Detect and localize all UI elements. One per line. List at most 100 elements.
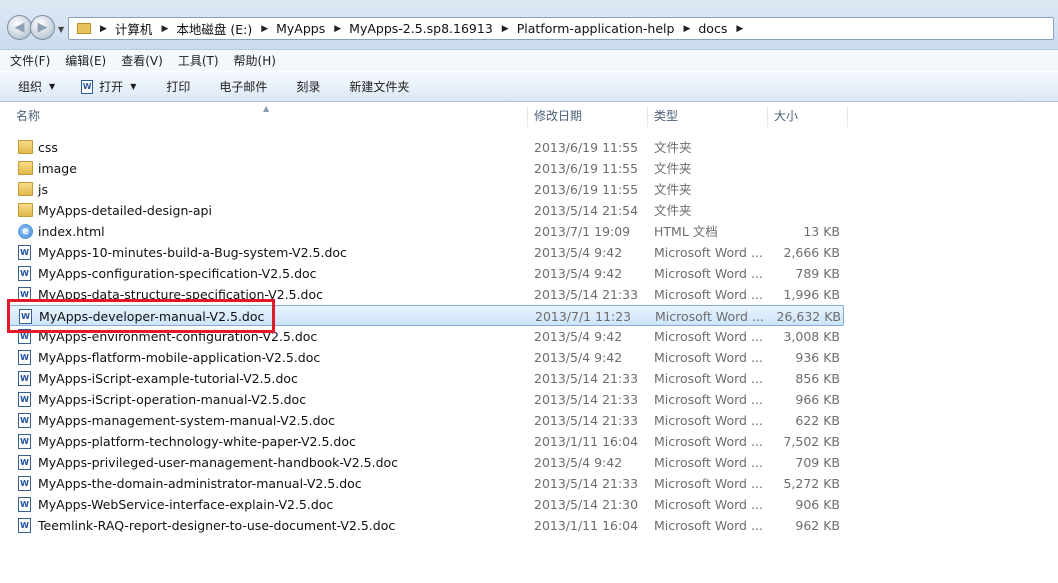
file-row[interactable]: W MyApps-configuration-specification-V2.5… — [8, 263, 844, 284]
breadcrumb-platform-help[interactable]: Platform-application-help — [517, 21, 675, 36]
file-type: 文件夹 — [654, 140, 692, 155]
new-folder-button[interactable]: 新建文件夹 — [349, 78, 409, 95]
column-header-name[interactable]: 名称 — [10, 106, 528, 127]
file-row[interactable]: W MyApps-the-domain-administrator-manual-… — [8, 473, 844, 494]
file-name: Teemlink-RAQ-report-designer-to-use-docu… — [38, 518, 396, 533]
chevron-right-icon[interactable]: ▶ — [334, 24, 341, 34]
column-header-size[interactable]: 大小 — [768, 106, 848, 127]
file-row[interactable]: MyApps-detailed-design-api 2013/5/14 21:5… — [8, 200, 844, 221]
file-type: Microsoft Word ... — [654, 329, 763, 344]
folder-icon — [18, 182, 33, 196]
file-date: 2013/5/14 21:33 — [534, 287, 639, 302]
back-button[interactable]: ◀ — [7, 15, 32, 40]
forward-arrow-icon: ▶ — [37, 20, 48, 35]
chevron-right-icon[interactable]: ▶ — [100, 24, 107, 34]
word-doc-icon: W — [18, 434, 31, 449]
file-size: 13 KB — [803, 224, 840, 239]
file-size — [768, 200, 840, 221]
file-row[interactable]: W MyApps-iScript-operation-manual-V2.5.do… — [8, 389, 844, 410]
folder-icon — [18, 203, 33, 217]
file-name: MyApps-configuration-specification-V2.5.… — [38, 266, 317, 281]
chevron-right-icon[interactable]: ▶ — [502, 24, 509, 34]
print-label: 打印 — [166, 80, 191, 94]
chevron-right-icon[interactable]: ▶ — [261, 24, 268, 34]
file-row[interactable]: W MyApps-management-system-manual-V2.5.do… — [8, 410, 844, 431]
breadcrumb-computer[interactable]: 计算机 — [115, 19, 153, 38]
chevron-right-icon[interactable]: ▶ — [736, 24, 743, 34]
file-date: 2013/5/14 21:30 — [534, 497, 639, 512]
print-button[interactable]: 打印 — [166, 78, 190, 95]
open-label: 打开 — [99, 80, 124, 94]
file-date: 2013/5/4 9:42 — [534, 455, 623, 470]
column-size-label: 大小 — [774, 109, 799, 123]
file-name: MyApps-management-system-manual-V2.5.doc — [38, 413, 336, 428]
file-type: 文件夹 — [654, 182, 692, 197]
burn-label: 刻录 — [296, 80, 321, 94]
file-size: 966 KB — [795, 392, 840, 407]
address-bar[interactable]: ▶ 计算机 ▶ 本地磁盘 (E:) ▶ MyApps ▶ MyApps-2.5.… — [68, 17, 1054, 40]
dropdown-arrow-icon: ▼ — [49, 82, 56, 91]
file-row[interactable]: image 2013/6/19 11:55 文件夹 — [8, 158, 844, 179]
file-type: HTML 文档 — [654, 224, 718, 239]
file-type: Microsoft Word ... — [654, 266, 763, 281]
breadcrumb-myapps-version[interactable]: MyApps-2.5.sp8.16913 — [349, 21, 493, 36]
column-header-date[interactable]: 修改日期 — [528, 106, 648, 127]
menu-view[interactable]: 查看(V) — [116, 52, 168, 69]
file-size — [768, 179, 840, 200]
file-date: 2013/5/4 9:42 — [534, 350, 623, 365]
file-type: Microsoft Word ... — [654, 497, 763, 512]
menu-file[interactable]: 文件(F) — [5, 52, 55, 69]
chevron-right-icon[interactable]: ▶ — [161, 24, 168, 34]
file-row[interactable]: e index.html 2013/7/1 19:09 HTML 文档 13 KB — [8, 221, 844, 242]
file-row[interactable]: css 2013/6/19 11:55 文件夹 — [8, 137, 844, 158]
file-name: MyApps-WebService-interface-explain-V2.5… — [38, 497, 334, 512]
file-type: 文件夹 — [654, 203, 692, 218]
file-date: 2013/6/19 11:55 — [534, 161, 639, 176]
chevron-right-icon[interactable]: ▶ — [683, 24, 690, 34]
file-date: 2013/5/14 21:54 — [534, 203, 639, 218]
file-name: js — [38, 182, 48, 197]
file-name: MyApps-platform-technology-white-paper-V… — [38, 434, 356, 449]
file-date: 2013/5/4 9:42 — [534, 266, 623, 281]
file-size: 936 KB — [795, 350, 840, 365]
history-dropdown-icon[interactable]: ▼ — [58, 25, 64, 34]
file-row[interactable]: W MyApps-flatform-mobile-application-V2.5… — [8, 347, 844, 368]
file-date: 2013/5/14 21:33 — [534, 371, 639, 386]
file-date: 2013/6/19 11:55 — [534, 182, 639, 197]
file-type: Microsoft Word ... — [655, 309, 764, 324]
breadcrumb-myapps[interactable]: MyApps — [276, 21, 325, 36]
file-row[interactable]: W MyApps-iScript-example-tutorial-V2.5.do… — [8, 368, 844, 389]
file-date: 2013/7/1 19:09 — [534, 224, 631, 239]
file-size: 962 KB — [795, 518, 840, 533]
file-size: 26,632 KB — [776, 309, 841, 324]
word-doc-icon: W — [18, 350, 31, 365]
file-row[interactable]: js 2013/6/19 11:55 文件夹 — [8, 179, 844, 200]
file-row[interactable]: W MyApps-WebService-interface-explain-V2.… — [8, 494, 844, 515]
word-doc-icon: W — [18, 371, 31, 386]
word-doc-icon: W — [18, 413, 31, 428]
file-row[interactable]: W MyApps-10-minutes-build-a-Bug-system-V2… — [8, 242, 844, 263]
open-button[interactable]: W 打开 ▼ — [81, 78, 136, 95]
html-icon: e — [18, 224, 33, 239]
file-row[interactable]: W Teemlink-RAQ-report-designer-to-use-doc… — [8, 515, 844, 536]
organize-button[interactable]: 组织 ▼ — [18, 78, 55, 95]
file-type: Microsoft Word ... — [654, 245, 763, 260]
file-size: 622 KB — [795, 413, 840, 428]
highlight-annotation-box — [7, 299, 275, 333]
email-label: 电子邮件 — [219, 80, 268, 94]
file-row[interactable]: W MyApps-privileged-user-management-handb… — [8, 452, 844, 473]
file-name: MyApps-iScript-operation-manual-V2.5.doc — [38, 392, 307, 407]
breadcrumb-local-disk[interactable]: 本地磁盘 (E:) — [176, 19, 252, 38]
breadcrumb-docs[interactable]: docs — [698, 21, 727, 36]
menu-help[interactable]: 帮助(H) — [229, 52, 281, 69]
file-size: 789 KB — [795, 266, 840, 281]
menu-edit[interactable]: 编辑(E) — [60, 52, 111, 69]
file-row[interactable]: W MyApps-platform-technology-white-paper-… — [8, 431, 844, 452]
file-size — [768, 137, 840, 158]
organize-label: 组织 — [18, 80, 43, 94]
column-header-type[interactable]: 类型 — [648, 106, 768, 127]
forward-button[interactable]: ▶ — [30, 15, 55, 40]
email-button[interactable]: 电子邮件 — [219, 78, 267, 95]
burn-button[interactable]: 刻录 — [296, 78, 320, 95]
menu-tools[interactable]: 工具(T) — [173, 52, 224, 69]
